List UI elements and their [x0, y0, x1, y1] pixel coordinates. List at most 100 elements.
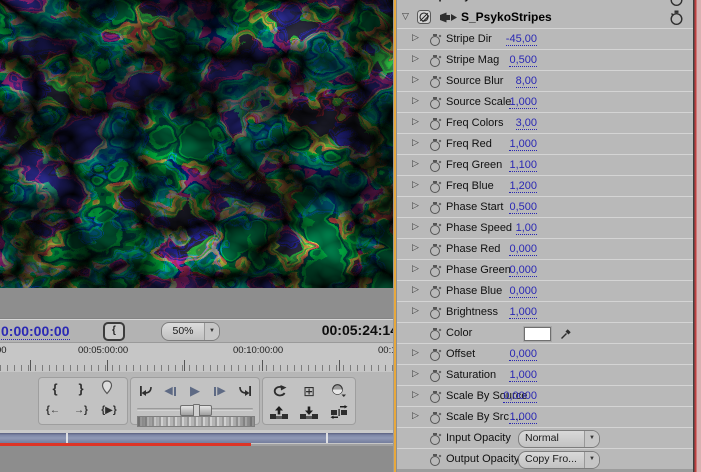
property-value[interactable]: 1,200	[509, 180, 537, 193]
property-value[interactable]: 1,000	[509, 138, 537, 151]
property-row[interactable]: ▷ Scale By Source 0,0000	[397, 385, 693, 407]
property-row[interactable]: ▷ Color	[397, 322, 693, 344]
property-row[interactable]: ▷ Offset 0,000	[397, 343, 693, 365]
monitor-options-button[interactable]: {	[103, 322, 125, 341]
property-value[interactable]: 0,000	[509, 264, 537, 277]
chevron-down-icon[interactable]: ▼	[584, 431, 599, 447]
timeline-ruler[interactable]: 00 00:05:00:00 00:10:00:00 00:1	[0, 342, 393, 373]
output-settings-button[interactable]	[327, 382, 351, 400]
property-value[interactable]: 1,00	[515, 222, 537, 235]
property-row[interactable]: ▷ Freq Green 1,100	[397, 154, 693, 176]
stopwatch-icon[interactable]	[430, 391, 440, 403]
property-row[interactable]: ▷ Saturation 1,000	[397, 364, 693, 386]
property-value[interactable]: 1,100	[509, 159, 537, 172]
property-row[interactable]: ▷ Stripe Mag 0,500	[397, 49, 693, 71]
property-row[interactable]: ▷ Freq Red 1,000	[397, 133, 693, 155]
expand-triangle-icon[interactable]: ▷	[412, 305, 419, 316]
horizontal-scrollbar[interactable]	[0, 433, 393, 443]
jog-handle[interactable]	[180, 404, 212, 417]
property-row[interactable]: ▷ Phase Blue 0,000	[397, 280, 693, 302]
shuttle-slider[interactable]	[137, 416, 255, 427]
property-value[interactable]: 0,0000	[503, 390, 537, 403]
property-value[interactable]: 1,000	[509, 369, 537, 382]
property-value[interactable]: 0,000	[509, 285, 537, 298]
expand-triangle-icon[interactable]: ▷	[412, 200, 419, 211]
zoom-level-dropdown[interactable]: 50% ▼	[161, 322, 220, 341]
stopwatch-icon[interactable]	[430, 349, 440, 361]
property-value[interactable]: 1,000	[509, 411, 537, 424]
property-value[interactable]: -45,00	[505, 33, 537, 46]
stopwatch-icon[interactable]	[430, 202, 440, 214]
color-swatch[interactable]	[524, 327, 551, 341]
go-to-out-point-button[interactable]: →}	[69, 402, 93, 420]
stopwatch-icon[interactable]	[430, 370, 440, 382]
property-value[interactable]: 1,000	[509, 96, 537, 109]
stopwatch-icon[interactable]	[430, 454, 440, 466]
property-row[interactable]: ▷ Source Scale 1,000	[397, 91, 693, 113]
property-row[interactable]: ▷ Source Blur 8,00	[397, 70, 693, 92]
property-value[interactable]: 0,500	[509, 54, 537, 67]
expand-triangle-icon[interactable]: ▷	[412, 179, 419, 190]
property-row[interactable]: ▷ Brightness 1,000	[397, 301, 693, 323]
jog-slider[interactable]	[137, 404, 253, 417]
chevron-down-icon[interactable]: ▼	[204, 323, 219, 340]
stopwatch-icon[interactable]	[430, 328, 440, 340]
dropdown[interactable]: Normal ▼	[518, 430, 600, 448]
effect-timeline-playhead[interactable]	[693, 0, 701, 472]
stopwatch-icon[interactable]	[430, 181, 440, 193]
stopwatch-icon[interactable]	[430, 223, 440, 235]
expand-triangle-icon[interactable]: ▷	[412, 347, 419, 358]
stopwatch-icon[interactable]	[430, 34, 440, 46]
property-row[interactable]: ▷ Stripe Dir -45,00	[397, 28, 693, 50]
stopwatch-icon[interactable]	[430, 76, 440, 88]
expand-triangle-icon[interactable]: ▷	[412, 389, 419, 400]
expand-triangle-icon[interactable]: ▷	[412, 242, 419, 253]
stopwatch-icon[interactable]	[430, 97, 440, 109]
property-value[interactable]: 8,00	[515, 75, 537, 88]
property-row[interactable]: ▷ Freq Blue 1,200	[397, 175, 693, 197]
expand-triangle-icon[interactable]: ▷	[412, 221, 419, 232]
extract-button[interactable]	[297, 403, 321, 421]
property-value[interactable]: 0,500	[509, 201, 537, 214]
step-back-button[interactable]: ◀	[159, 382, 181, 400]
stopwatch-icon[interactable]	[430, 55, 440, 67]
stopwatch-icon[interactable]	[430, 433, 440, 445]
step-forward-button[interactable]: ▶	[209, 382, 231, 400]
current-timecode[interactable]: 0:00:00:00	[1, 323, 70, 340]
expand-triangle-icon[interactable]: ▷	[412, 53, 419, 64]
property-row[interactable]: ▷ Phase Speed 1,00	[397, 217, 693, 239]
set-marker-button[interactable]	[95, 380, 119, 398]
chevron-down-icon[interactable]: ▼	[584, 452, 599, 468]
go-to-in-point-button[interactable]: {←	[41, 402, 65, 420]
stopwatch-icon[interactable]	[430, 307, 440, 319]
property-row[interactable]: ▷ Output Opacity Copy Fro... ▼	[397, 448, 693, 470]
property-row[interactable]: ▷ Phase Red 0,000	[397, 238, 693, 260]
expand-triangle-icon[interactable]: ▷	[412, 116, 419, 127]
stopwatch-icon[interactable]	[430, 412, 440, 424]
go-to-previous-edit-button[interactable]	[133, 382, 157, 400]
expand-triangle-icon[interactable]: ▷	[412, 263, 419, 274]
stopwatch-icon[interactable]	[430, 286, 440, 298]
loop-button[interactable]	[267, 382, 291, 400]
play-button[interactable]: ▶	[184, 382, 206, 400]
property-row[interactable]: ▷ Phase Start 0,500	[397, 196, 693, 218]
property-row-clipped[interactable]: ▽ Opacity	[397, 0, 693, 7]
stopwatch-icon[interactable]	[669, 0, 684, 7]
stopwatch-icon[interactable]	[430, 160, 440, 172]
expand-triangle-icon[interactable]: ▷	[412, 410, 419, 421]
play-in-to-out-button[interactable]: {▶}	[97, 402, 121, 420]
go-to-next-edit-button[interactable]	[233, 382, 257, 400]
stopwatch-icon[interactable]	[430, 139, 440, 151]
property-value[interactable]: 0,000	[509, 243, 537, 256]
expand-triangle-icon[interactable]: ▷	[412, 74, 419, 85]
expand-triangle-icon[interactable]: ▷	[412, 95, 419, 106]
property-row[interactable]: ▷ Phase Green 0,000	[397, 259, 693, 281]
property-value[interactable]: 3,00	[515, 117, 537, 130]
trim-button[interactable]	[327, 403, 351, 421]
expand-triangle-icon[interactable]: ▷	[412, 32, 419, 43]
set-in-point-button[interactable]: {	[43, 380, 67, 398]
stopwatch-icon[interactable]	[430, 244, 440, 256]
property-value[interactable]: 0,000	[509, 348, 537, 361]
stopwatch-icon[interactable]	[430, 265, 440, 277]
expand-triangle-icon[interactable]: ▷	[412, 158, 419, 169]
